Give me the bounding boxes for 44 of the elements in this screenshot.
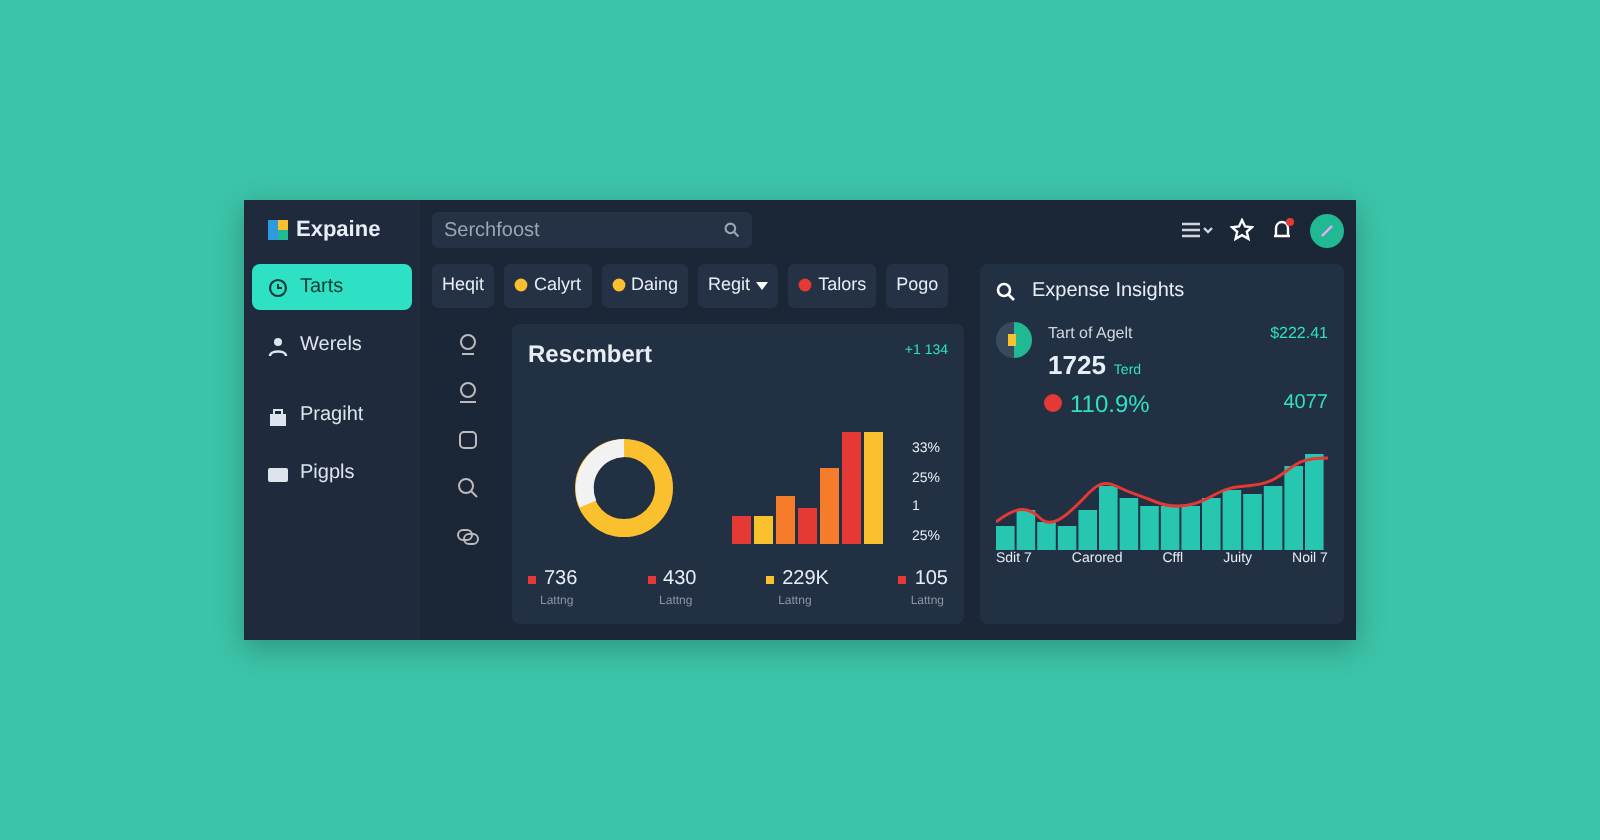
search-icon	[996, 281, 1016, 301]
search-field[interactable]: Serchfoost	[432, 212, 752, 248]
link-icon	[456, 523, 480, 547]
tab[interactable]: Pogo	[886, 264, 949, 307]
search-icon	[456, 475, 480, 499]
card-title: Rescmbert	[528, 337, 653, 371]
tab[interactable]: Talors	[788, 264, 877, 307]
legend-value: 105	[914, 566, 948, 594]
card-title: Expense Insights	[1032, 278, 1185, 306]
clock-icon	[268, 277, 288, 297]
status-dot-icon	[1044, 394, 1062, 412]
user-icon	[456, 331, 480, 355]
caret-icon	[756, 281, 769, 290]
tab[interactable]: Daing	[601, 264, 689, 307]
metric-label: Tart of Agelt	[1048, 322, 1135, 346]
amount-value: $222.41	[1270, 322, 1328, 346]
app-logo: Expaine	[296, 215, 381, 246]
menu-icon[interactable]	[1182, 222, 1214, 238]
logo-icon	[268, 220, 288, 240]
sidebar-item[interactable]: Pigpls	[252, 450, 412, 496]
metric-value: 1725	[1048, 348, 1106, 384]
tab[interactable]: Calyrt	[504, 264, 592, 307]
star-icon[interactable]	[1230, 218, 1254, 242]
legend-value: 430	[663, 566, 697, 594]
tag-icon	[514, 278, 529, 293]
box-icon	[456, 427, 480, 451]
tag-icon	[611, 278, 626, 293]
legend-value: 229K	[782, 566, 829, 594]
avatar-icon[interactable]	[1310, 213, 1344, 247]
tag-icon	[798, 278, 813, 293]
search-icon	[724, 222, 740, 238]
count-value: 4077	[1283, 390, 1328, 418]
sidebar-item[interactable]: Tarts	[252, 264, 412, 310]
sidebar-item[interactable]: Werels	[252, 322, 412, 368]
tab[interactable]: Heqit	[432, 264, 495, 307]
bell-icon[interactable]	[1270, 217, 1294, 242]
legend-value: 736	[544, 566, 578, 594]
sidebar-item[interactable]: Pragiht	[252, 392, 412, 438]
user-icon	[456, 379, 480, 403]
tab[interactable]: Regit	[698, 264, 779, 307]
lock-icon	[268, 405, 288, 425]
user-icon	[268, 335, 288, 355]
change-value: 110.9%	[1070, 387, 1150, 421]
card-icon	[268, 463, 288, 483]
